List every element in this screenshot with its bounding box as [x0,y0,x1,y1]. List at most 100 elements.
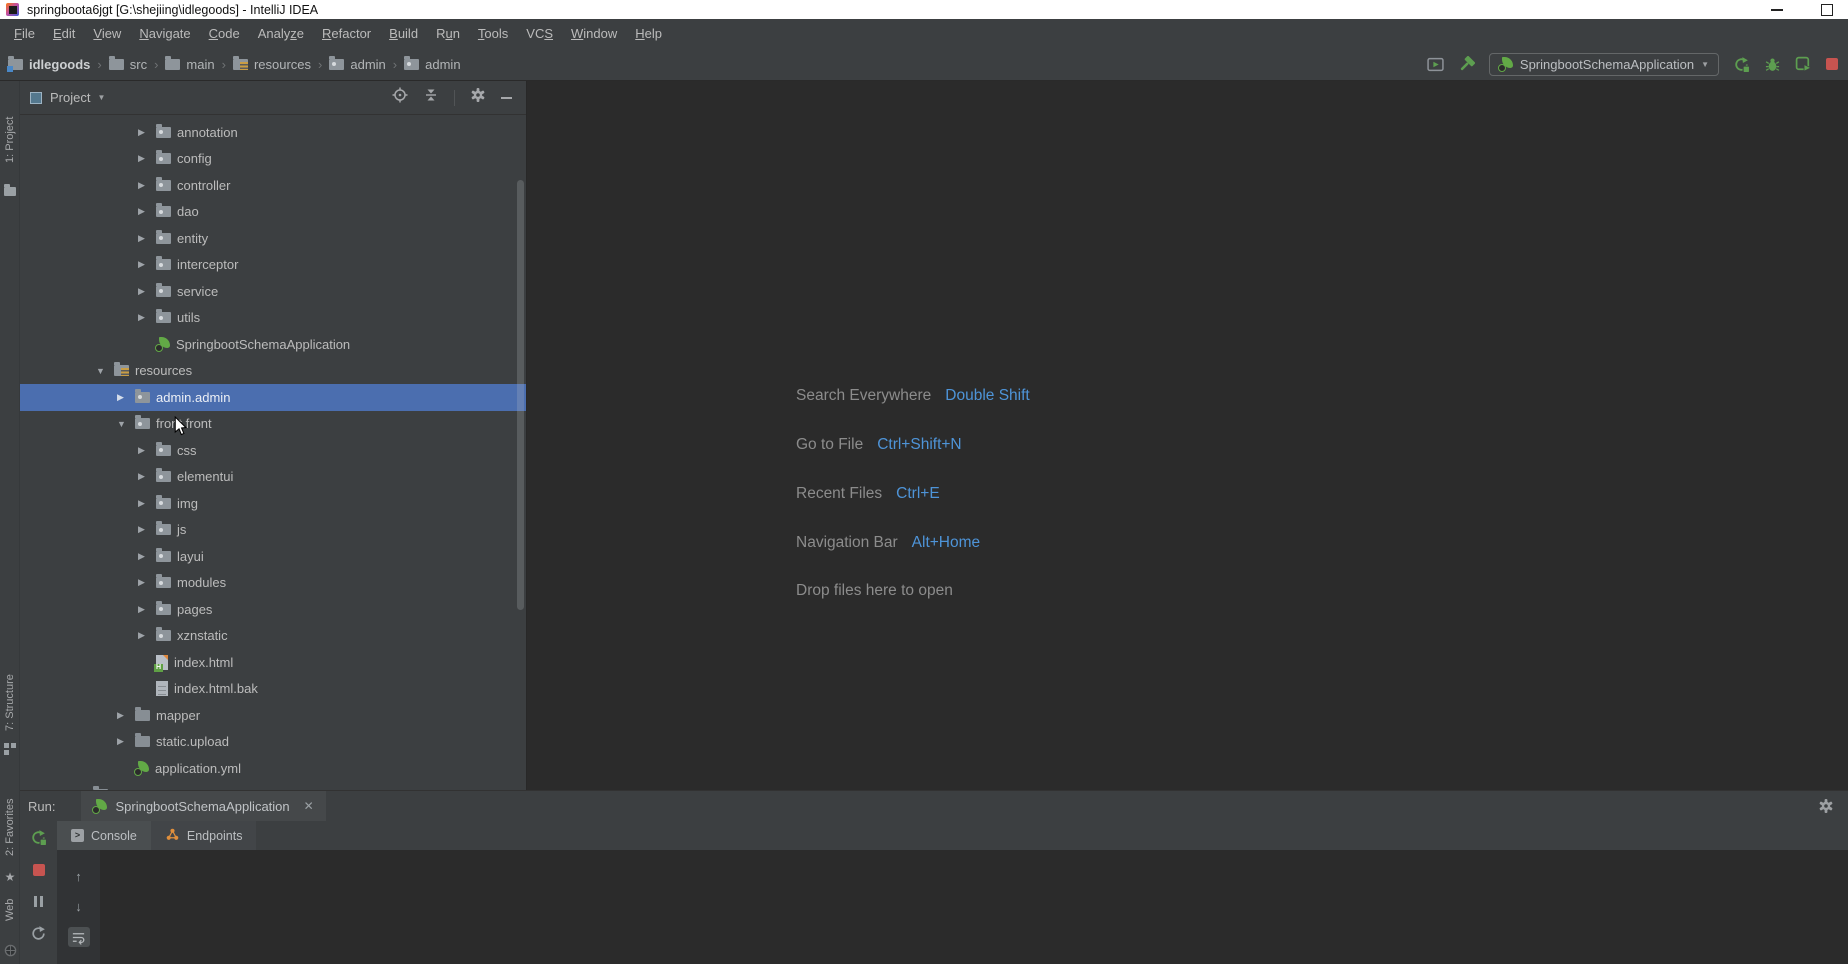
menu-help[interactable]: Help [626,19,671,48]
breadcrumb-item-idlegoods[interactable]: idlegoods [8,57,90,72]
expand-arrow-icon[interactable]: ▼ [117,419,135,429]
tree-item-config[interactable]: ▶config [20,146,526,173]
tree-item-css[interactable]: ▶css [20,437,526,464]
run-in-window-icon[interactable] [1427,56,1444,73]
tree-item-modules[interactable]: ▶modules [20,570,526,597]
stripe-item-structure[interactable]: 7: Structure [0,666,20,740]
expand-arrow-icon[interactable]: ▼ [96,366,114,376]
menu-file[interactable]: File [5,19,44,48]
tree-item-interceptor[interactable]: ▶interceptor [20,252,526,279]
console-output[interactable] [100,850,1848,964]
breadcrumb-item-resources[interactable]: resources [233,57,311,72]
tree-item-application.yml[interactable]: application.yml [20,755,526,782]
breadcrumb-item-src[interactable]: src [109,57,147,72]
menu-edit[interactable]: Edit [44,19,84,48]
breadcrumb-item-admin[interactable]: admin [329,57,385,72]
stripe-item-web[interactable]: Web [0,891,20,929]
folder-icon[interactable] [3,184,17,198]
tree-item-front.front[interactable]: ▼front.front [20,411,526,438]
expand-arrow-icon[interactable]: ▶ [138,259,156,270]
tree-item-mapper[interactable]: ▶mapper [20,702,526,729]
tree-item-layui[interactable]: ▶layui [20,543,526,570]
chevron-down-icon[interactable]: ▼ [97,93,105,102]
expand-arrow-icon[interactable]: ▶ [138,471,156,482]
expand-arrow-icon[interactable]: ▶ [117,736,135,747]
tree-item-pages[interactable]: ▶pages [20,596,526,623]
tree-item-dao[interactable]: ▶dao [20,199,526,226]
menu-code[interactable]: Code [200,19,249,48]
rerun-icon[interactable] [1733,56,1750,73]
expand-arrow-icon[interactable]: ▶ [138,153,156,164]
tree-item-elementui[interactable]: ▶elementui [20,464,526,491]
tree-item-resources[interactable]: ▼resources [20,358,526,385]
menu-build[interactable]: Build [380,19,427,48]
tree-item-controller[interactable]: ▶controller [20,172,526,199]
menu-tools[interactable]: Tools [469,19,517,48]
tree-item-js[interactable]: ▶js [20,517,526,544]
expand-arrow-icon[interactable]: ▶ [138,630,156,641]
minimize-button[interactable] [1762,0,1792,19]
tree-item-xznstatic[interactable]: ▶xznstatic [20,623,526,650]
tree-item-admin.admin[interactable]: ▶admin.admin [20,384,526,411]
down-stack-trace-icon[interactable]: ↓ [68,896,90,916]
breadcrumb-item-main[interactable]: main [165,57,214,72]
expand-arrow-icon[interactable]: ▶ [138,127,156,138]
menu-run[interactable]: Run [427,19,469,48]
debug-icon[interactable] [1764,56,1781,73]
maximize-button[interactable] [1812,0,1842,19]
close-icon[interactable]: ✕ [304,799,314,813]
up-stack-trace-icon[interactable]: ↑ [68,866,90,886]
run-content-tab[interactable]: SpringbootSchemaApplication ✕ [81,791,325,821]
locate-file-icon[interactable] [392,87,408,108]
restart-icon[interactable] [29,923,49,943]
tree-item-index.html[interactable]: index.html [20,649,526,676]
breadcrumb-item-admin[interactable]: admin [404,57,460,72]
settings-gear-icon[interactable] [1818,798,1834,819]
tab-endpoints[interactable]: Endpoints [151,821,257,850]
menu-navigate[interactable]: Navigate [130,19,199,48]
build-hammer-icon[interactable] [1458,56,1475,73]
menu-refactor[interactable]: Refactor [313,19,380,48]
menu-analyze[interactable]: Analyze [249,19,313,48]
profiler-icon[interactable] [1795,56,1812,73]
tree-item-static.upload[interactable]: ▶static.upload [20,729,526,756]
web-icon[interactable] [3,943,17,957]
tree-item-index.html.bak[interactable]: index.html.bak [20,676,526,703]
tree-item-img[interactable]: ▶img [20,490,526,517]
settings-gear-icon[interactable] [470,87,486,108]
menu-window[interactable]: Window [562,19,626,48]
expand-arrow-icon[interactable]: ▶ [138,551,156,562]
tree-scrollbar[interactable] [517,180,524,610]
structure-icon[interactable] [3,742,17,756]
expand-arrow-icon[interactable]: ▶ [138,577,156,588]
stop-icon[interactable] [1826,58,1838,70]
menu-view[interactable]: View [84,19,130,48]
tree-item-annotation[interactable]: ▶annotation [20,119,526,146]
expand-arrow-icon[interactable]: ▶ [138,312,156,323]
expand-arrow-icon[interactable]: ▶ [138,206,156,217]
expand-arrow-icon[interactable]: ▶ [138,604,156,615]
stripe-item-favorites[interactable]: 2: Favorites [0,787,20,867]
stripe-item-project[interactable]: 1: Project [0,101,20,179]
tree-item-service[interactable]: ▶service [20,278,526,305]
expand-arrow-icon[interactable]: ▶ [138,524,156,535]
expand-arrow-icon[interactable]: ▶ [138,180,156,191]
expand-arrow-icon[interactable]: ▶ [138,233,156,244]
hide-panel-icon[interactable] [501,97,512,99]
tree-item-utils[interactable]: ▶utils [20,305,526,332]
expand-arrow-icon[interactable]: ▶ [138,286,156,297]
tree-item-SpringbootSchemaApplication[interactable]: SpringbootSchemaApplication [20,331,526,358]
star-icon[interactable]: ★ [3,870,17,884]
menu-vcs[interactable]: VCS [517,19,562,48]
tree-item-entity[interactable]: ▶entity [20,225,526,252]
expand-arrow-icon[interactable]: ▶ [117,392,135,403]
soft-wrap-icon[interactable] [68,927,90,947]
rerun-icon[interactable] [29,827,49,847]
expand-arrow-icon[interactable]: ▶ [138,445,156,456]
tree-item-test[interactable]: ▶test [20,782,526,791]
pause-output-icon[interactable] [29,891,49,911]
collapse-all-icon[interactable] [423,87,439,108]
stop-icon[interactable] [29,860,49,880]
project-panel-title[interactable]: Project [50,90,90,105]
expand-arrow-icon[interactable]: ▶ [117,710,135,721]
